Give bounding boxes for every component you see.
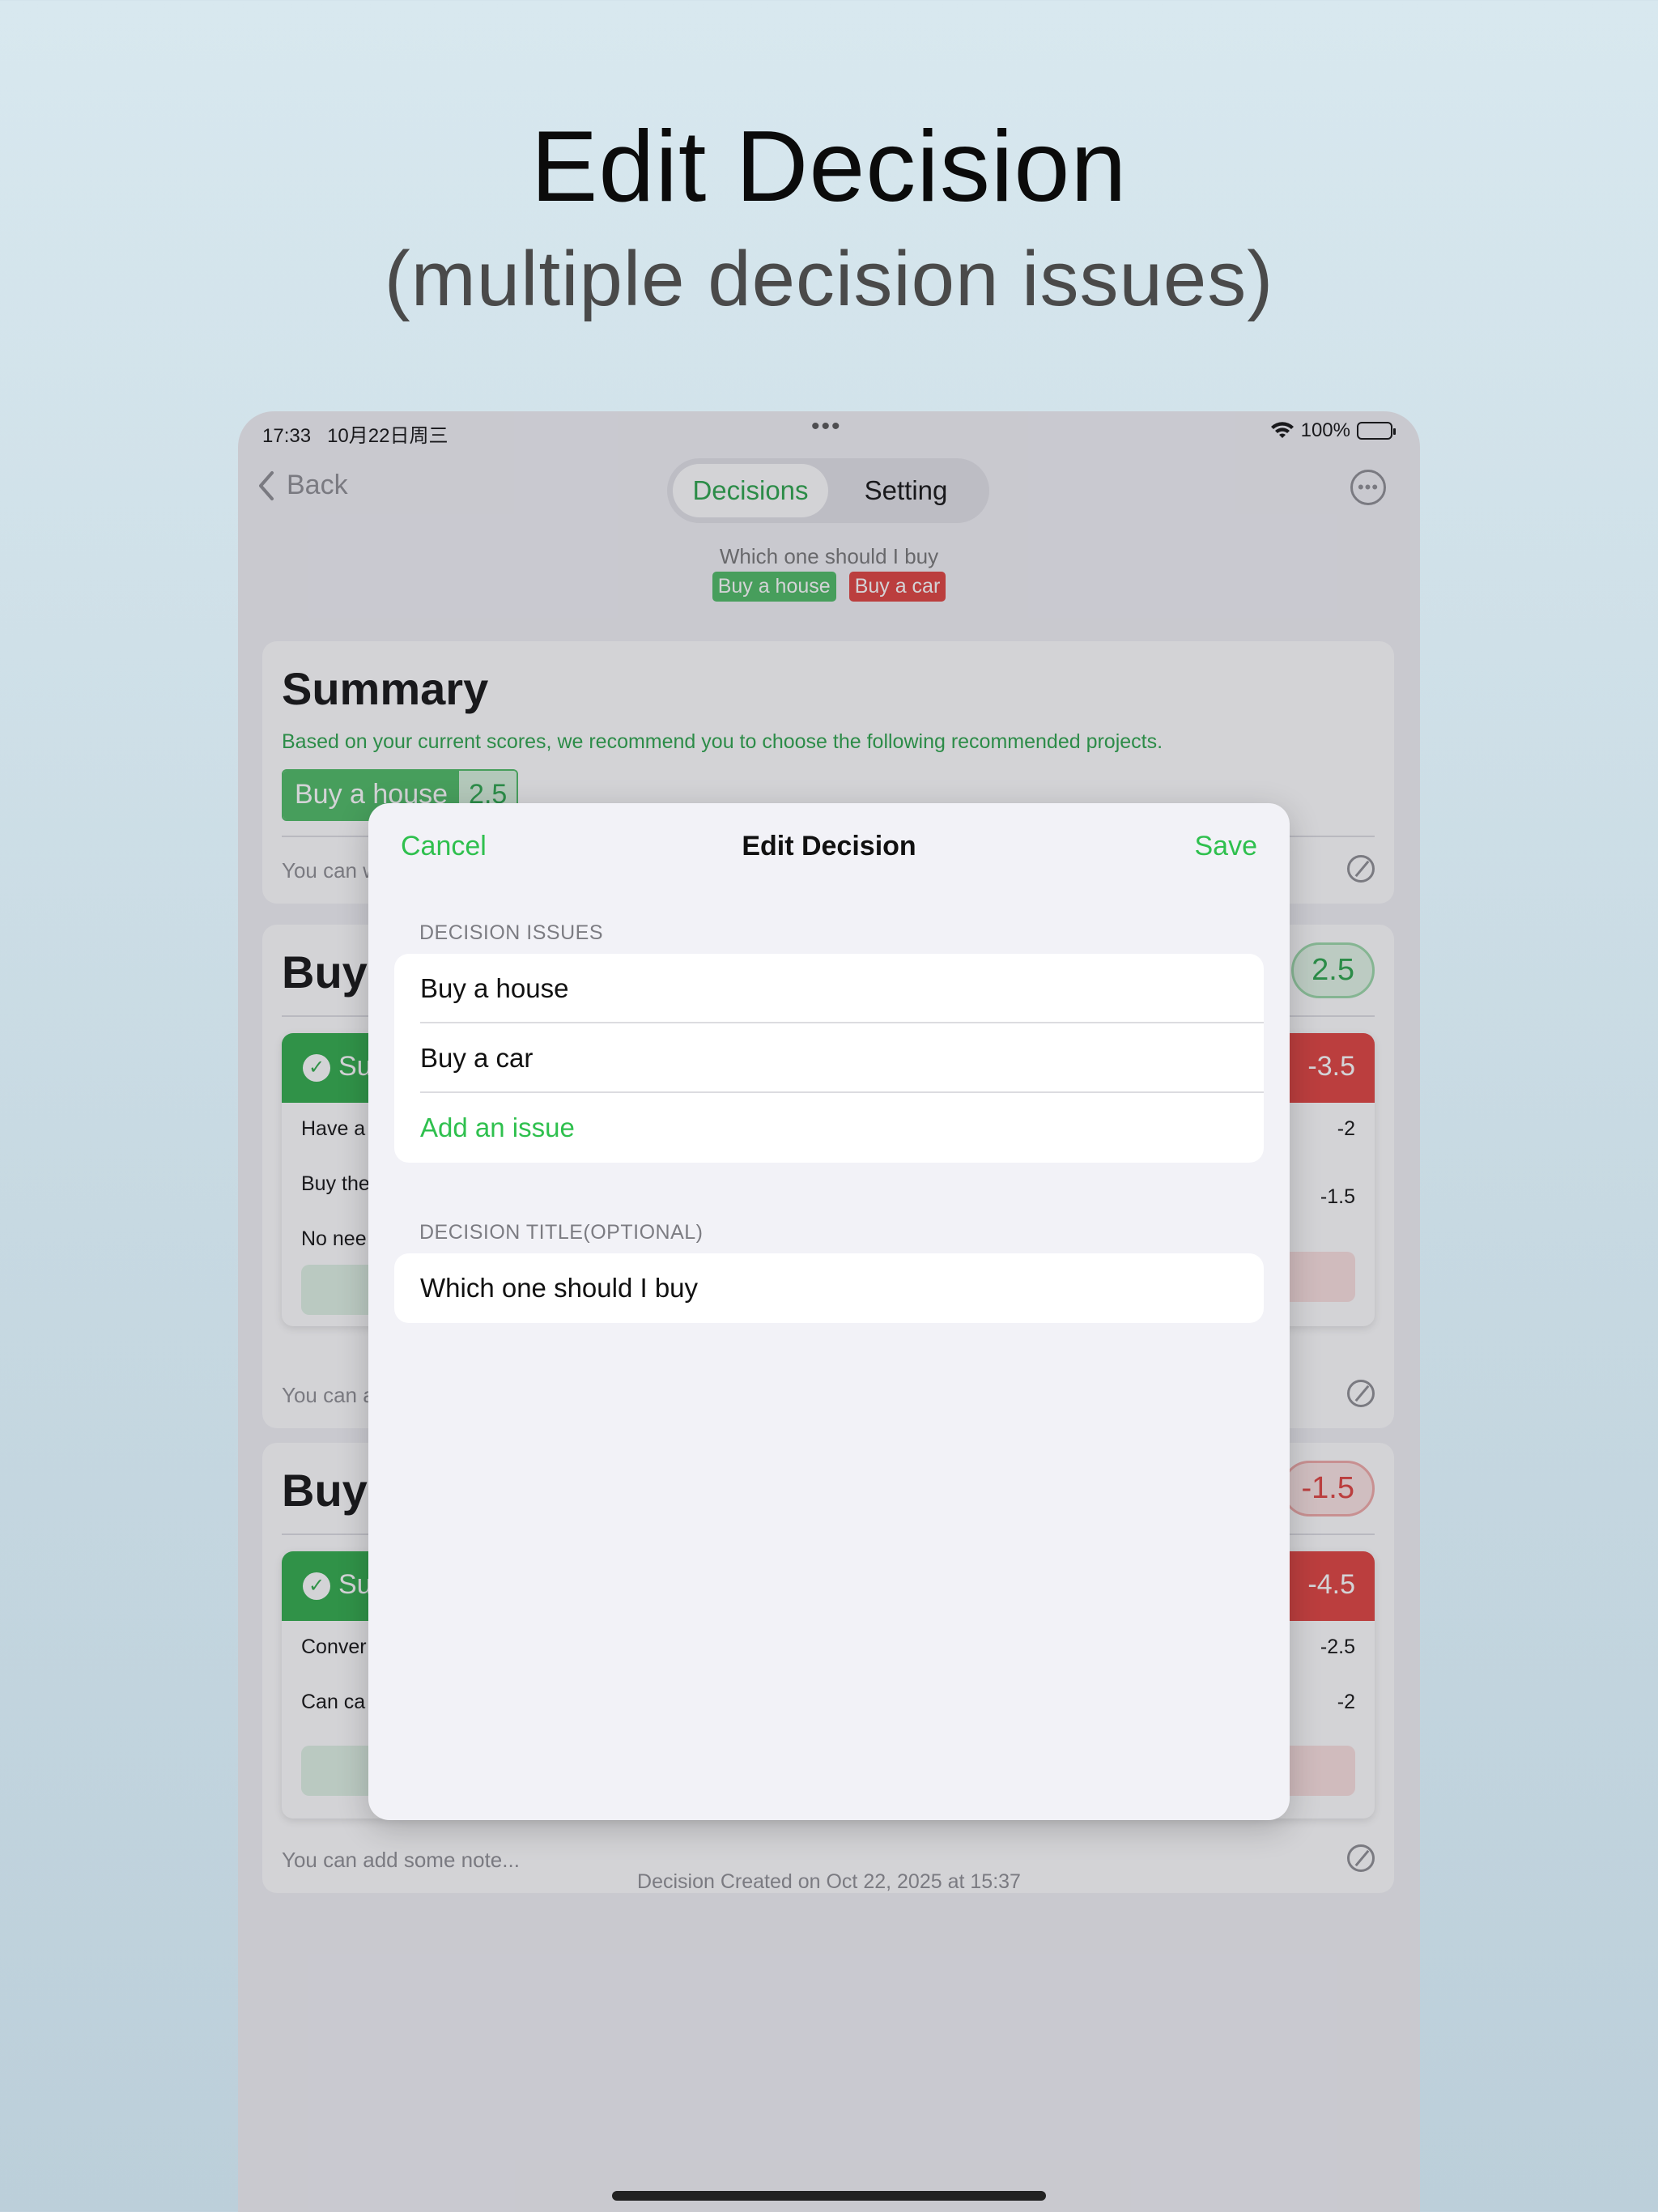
- decision-title-field[interactable]: Which one should I buy: [394, 1253, 1264, 1323]
- marketing-subtitle: (multiple decision issues): [384, 236, 1274, 322]
- issues-list: Buy a house Buy a car Add an issue: [394, 954, 1264, 1163]
- issue-field[interactable]: Buy a car: [394, 1023, 1264, 1093]
- title-section-label: DECISION TITLE(OPTIONAL): [419, 1221, 704, 1244]
- cancel-button[interactable]: Cancel: [401, 831, 487, 862]
- issues-section-label: DECISION ISSUES: [419, 921, 603, 944]
- home-indicator[interactable]: [612, 2191, 1046, 2201]
- title-group: Which one should I buy: [394, 1253, 1264, 1323]
- edit-decision-sheet: Edit Decision Cancel Save DECISION ISSUE…: [368, 803, 1290, 1820]
- marketing-title: Edit Decision: [530, 111, 1128, 223]
- issue-field[interactable]: Buy a house: [394, 954, 1264, 1023]
- sheet-title: Edit Decision: [742, 831, 916, 861]
- add-issue-button[interactable]: Add an issue: [394, 1093, 1264, 1163]
- save-button[interactable]: Save: [1195, 831, 1258, 862]
